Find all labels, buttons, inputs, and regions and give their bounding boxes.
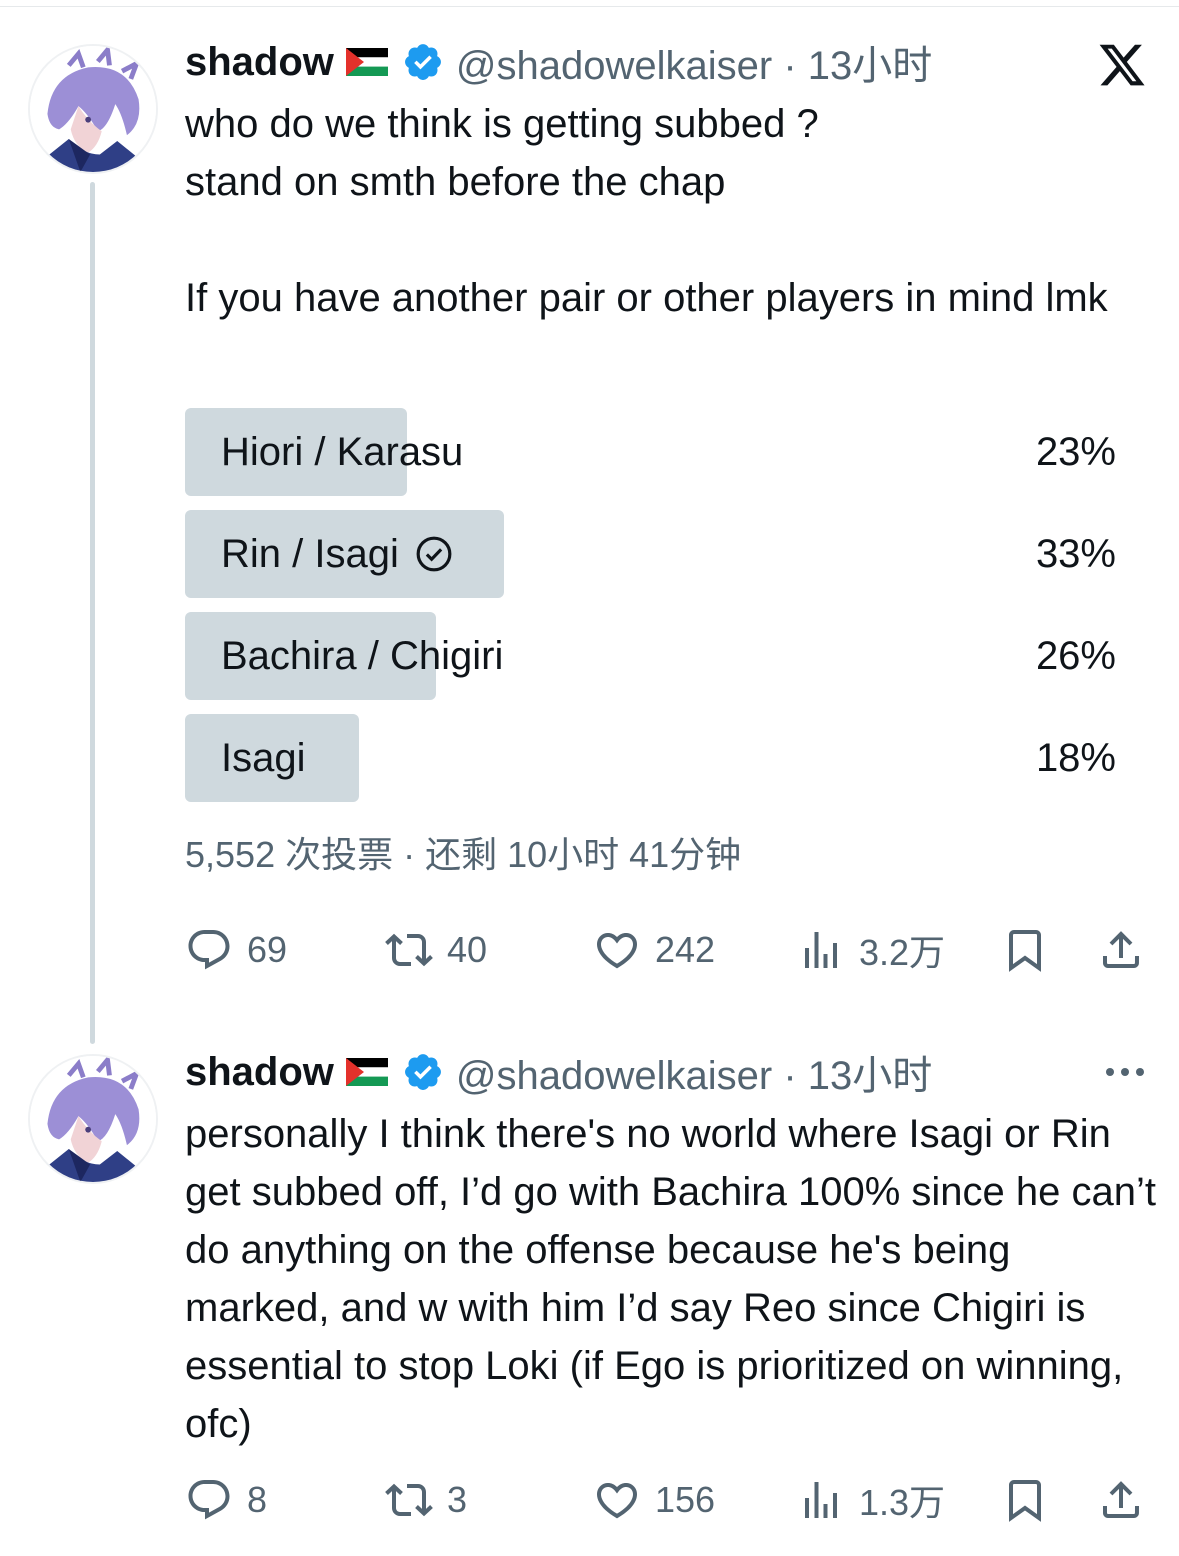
poll-option-percent: 26% xyxy=(1035,634,1116,678)
tweet-text: who do we think is getting subbed ? stan… xyxy=(185,102,1108,320)
action-bar: 8 3 156 1.3万 xyxy=(185,1470,1155,1530)
views-count: 1.3万 xyxy=(859,1482,946,1523)
poll-option-percent: 23% xyxy=(1035,430,1116,474)
share-button[interactable] xyxy=(1097,920,1145,980)
display-name[interactable]: shadow xyxy=(185,40,334,85)
reply-button[interactable]: 69 xyxy=(185,920,287,980)
tweet-text: personally I think there's no world wher… xyxy=(185,1112,1168,1446)
poll-option[interactable]: Bachira / Chigiri 26% xyxy=(185,612,1120,700)
poll-option-label: Hiori / Karasu xyxy=(221,430,464,474)
like-count: 242 xyxy=(655,929,716,970)
heart-icon xyxy=(596,1483,638,1519)
handle-timestamp[interactable]: @shadowelkaiser · 13小时 xyxy=(456,1043,932,1101)
views-count: 3.2万 xyxy=(859,932,946,973)
check-circle-icon xyxy=(416,536,452,572)
more-icon[interactable] xyxy=(1103,1062,1147,1082)
reply-count: 8 xyxy=(247,1479,268,1520)
poll-option-percent: 33% xyxy=(1035,532,1116,576)
palestine-flag-icon xyxy=(345,48,388,76)
action-bar: 69 40 242 3.2万 xyxy=(185,920,1155,980)
views-icon xyxy=(805,1482,837,1518)
repost-icon xyxy=(385,933,433,967)
poll-option-label: Isagi xyxy=(221,736,306,780)
bookmark-icon xyxy=(1009,1480,1041,1522)
share-icon xyxy=(1103,1481,1139,1518)
tweet-header: shadow @shadowelkaiser · 13小时 xyxy=(185,38,932,89)
palestine-flag-icon xyxy=(345,1058,388,1086)
views-button[interactable]: 1.3万 xyxy=(797,1470,945,1530)
reply-button[interactable]: 8 xyxy=(185,1470,267,1530)
repost-icon xyxy=(385,1483,433,1517)
display-name[interactable]: shadow xyxy=(185,1050,334,1095)
handle-timestamp[interactable]: @shadowelkaiser · 13小时 xyxy=(456,33,932,91)
poll-option-label: Rin / Isagi xyxy=(221,532,399,576)
reply-icon xyxy=(188,1480,230,1520)
poll-option[interactable]: Rin / Isagi 33% xyxy=(185,510,1120,598)
like-button[interactable]: 156 xyxy=(593,1470,715,1530)
tweet-header: shadow @shadowelkaiser · 13小时 xyxy=(185,1048,932,1099)
like-count: 156 xyxy=(655,1479,716,1520)
avatar[interactable] xyxy=(28,44,158,174)
repost-count: 3 xyxy=(447,1479,468,1520)
repost-button[interactable]: 40 xyxy=(385,920,487,980)
poll-option-percent: 18% xyxy=(1035,736,1116,780)
reply-icon xyxy=(188,930,230,970)
heart-icon xyxy=(596,933,638,969)
like-button[interactable]: 242 xyxy=(593,920,715,980)
bookmark-icon xyxy=(1009,930,1041,972)
repost-count: 40 xyxy=(447,929,488,970)
poll-meta: 5,552 次投票 · 还剩 10小时 41分钟 xyxy=(185,834,742,875)
poll-option[interactable]: Hiori / Karasu 23% xyxy=(185,408,1120,496)
x-logo-icon[interactable] xyxy=(1096,40,1148,90)
verified-badge-icon xyxy=(404,1054,441,1090)
views-icon xyxy=(805,932,837,968)
poll-option-label: Bachira / Chigiri xyxy=(221,634,504,678)
bookmark-button[interactable] xyxy=(1001,1470,1049,1530)
top-divider xyxy=(0,6,1179,7)
share-button[interactable] xyxy=(1097,1470,1145,1530)
share-icon xyxy=(1103,931,1139,968)
avatar[interactable] xyxy=(28,1054,158,1184)
repost-button[interactable]: 3 xyxy=(385,1470,467,1530)
reply-count: 69 xyxy=(247,929,288,970)
poll-option[interactable]: Isagi 18% xyxy=(185,714,1120,802)
thread-line xyxy=(90,182,95,1044)
views-button[interactable]: 3.2万 xyxy=(797,920,945,980)
bookmark-button[interactable] xyxy=(1001,920,1049,980)
verified-badge-icon xyxy=(404,44,441,80)
